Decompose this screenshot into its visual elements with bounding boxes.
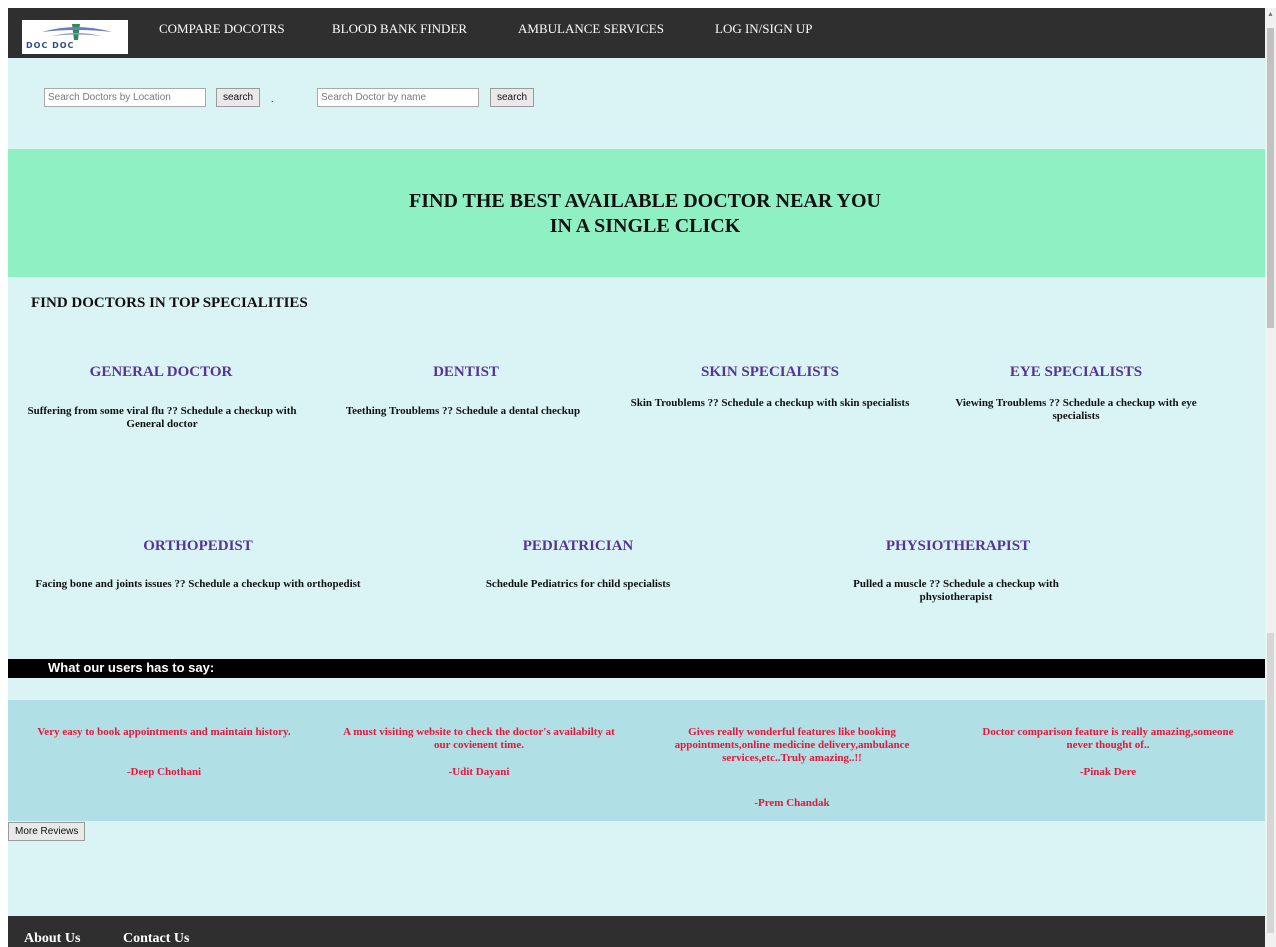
speciality-pediatrician-desc: Schedule Pediatrics for child specialist… — [485, 578, 671, 590]
speciality-physiotherapist-title[interactable]: PHYSIOTHERAPIST — [808, 538, 1108, 555]
footer-about-us[interactable]: About Us — [24, 931, 80, 947]
review-3-text: Gives really wonderful features like boo… — [674, 726, 910, 764]
scroll-up-arrow-icon[interactable]: ▲ — [1265, 8, 1276, 20]
top-nav: DOC DOC COMPARE DOCOTRS BLOOD BANK FINDE… — [8, 8, 1265, 58]
speciality-physiotherapist-desc: Pulled a muscle ?? Schedule a checkup wi… — [853, 578, 1059, 603]
nav-login-signup[interactable]: LOG IN/SIGN UP — [715, 21, 813, 37]
speciality-general-doctor-desc: Suffering from some viral flu ?? Schedul… — [27, 405, 297, 430]
logo[interactable]: DOC DOC — [22, 20, 128, 54]
speciality-eye-title[interactable]: EYE SPECIALISTS — [926, 364, 1226, 381]
hero-line-2: IN A SINGLE CLICK — [549, 215, 741, 237]
separator-dot: . — [271, 94, 274, 105]
review-2-text: A must visiting website to check the doc… — [343, 726, 615, 751]
speciality-general-doctor-title[interactable]: GENERAL DOCTOR — [8, 364, 314, 381]
speciality-skin-desc: Skin Troublems ?? Schedule a checkup wit… — [630, 397, 910, 409]
review-4-author: -Pinak Dere — [1079, 766, 1137, 778]
review-3-author: -Prem Chandak — [754, 797, 830, 809]
review-4-text: Doctor comparison feature is really amaz… — [982, 726, 1234, 751]
review-1-text: Very easy to book appointments and maint… — [37, 726, 291, 738]
footer-contact-us[interactable]: Contact Us — [123, 931, 190, 947]
location-search-button[interactable]: search — [216, 88, 261, 107]
speciality-eye-desc: Viewing Troublems ?? Schedule a checkup … — [955, 397, 1197, 422]
nav-compare-doctors[interactable]: COMPARE DOCOTRS — [159, 21, 285, 37]
logo-text: DOC DOC — [26, 41, 75, 50]
nav-blood-bank-finder[interactable]: BLOOD BANK FINDER — [332, 21, 467, 37]
review-2-author: -Udit Dayani — [448, 766, 510, 778]
speciality-pediatrician-title[interactable]: PEDIATRICIAN — [428, 538, 728, 555]
name-search-input[interactable] — [317, 88, 479, 107]
page-scrollbar[interactable]: ▲ — [1265, 8, 1276, 947]
scrollbar-thumb-lower — [1267, 633, 1274, 933]
reviews-band: Very easy to book appointments and maint… — [8, 700, 1265, 821]
more-reviews-button[interactable]: More Reviews — [8, 822, 86, 841]
specialities-heading: FIND DOCTORS IN TOP SPECIALITIES — [31, 295, 308, 311]
speciality-skin-title[interactable]: SKIN SPECIALISTS — [620, 364, 920, 381]
speciality-dentist-title[interactable]: DENTIST — [318, 364, 614, 381]
page: DOC DOC COMPARE DOCOTRS BLOOD BANK FINDE… — [8, 8, 1265, 947]
reviews-heading: What our users has to say: — [48, 660, 215, 675]
review-1-author: -Deep Chothani — [126, 766, 202, 778]
footer: About Us Contact Us — [8, 916, 1265, 947]
location-search-input[interactable] — [44, 88, 206, 107]
hero-line-1: FIND THE BEST AVAILABLE DOCTOR NEAR YOU — [409, 190, 881, 212]
speciality-orthopedist-desc: Facing bone and joints issues ?? Schedul… — [35, 578, 361, 590]
scrollbar-thumb[interactable] — [1267, 28, 1274, 328]
nav-ambulance-services[interactable]: AMBULANCE SERVICES — [518, 21, 664, 37]
speciality-dentist-desc: Teething Troublems ?? Schedule a dental … — [345, 405, 581, 417]
name-search-button[interactable]: search — [490, 88, 535, 107]
hero-banner: FIND THE BEST AVAILABLE DOCTOR NEAR YOU … — [8, 149, 1265, 277]
speciality-orthopedist-title[interactable]: ORTHOPEDIST — [8, 538, 388, 555]
reviews-bar: What our users has to say: — [8, 659, 1265, 678]
